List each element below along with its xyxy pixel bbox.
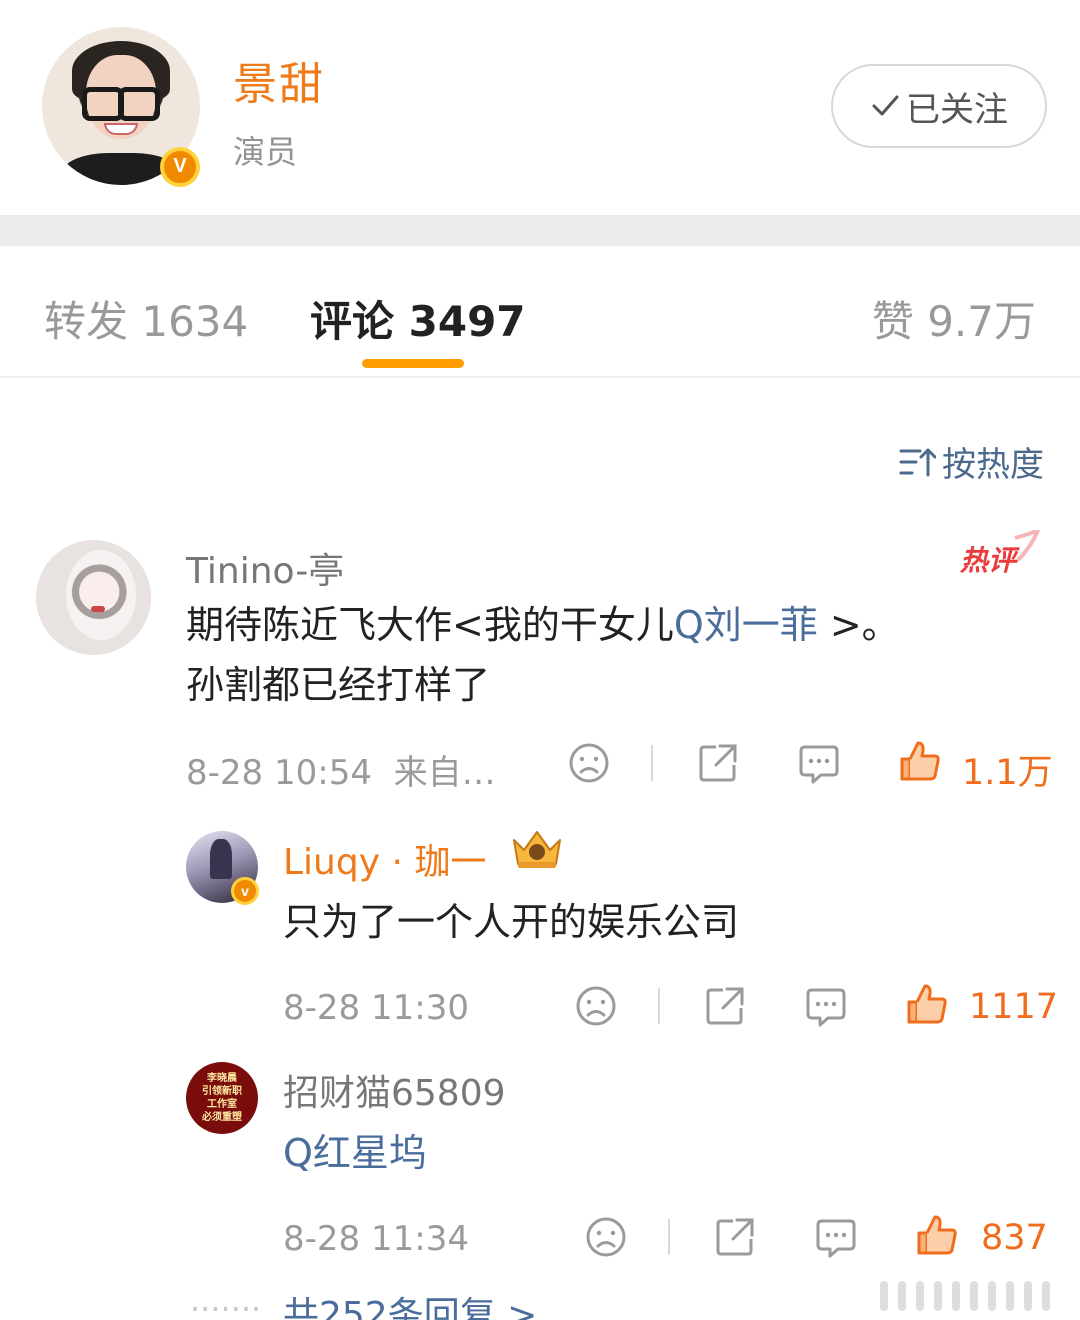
- share-icon[interactable]: [713, 1215, 757, 1259]
- reply-username[interactable]: Liuqy · 珈一: [283, 833, 486, 885]
- reply-icon[interactable]: [804, 984, 848, 1028]
- like-icon[interactable]: [905, 982, 949, 1026]
- scroll-handle: [880, 1281, 1060, 1311]
- sort-icon: [899, 448, 936, 476]
- topic-link[interactable]: Q红星坞: [283, 1123, 427, 1183]
- comment-time: 8-28 10:54 来自…: [186, 753, 496, 793]
- reply-text: 只为了一个人开的娱乐公司: [283, 900, 740, 944]
- comment-text-line: 期待陈近飞大作<我的干女儿Q刘一菲 >。: [186, 603, 900, 647]
- check-icon: [872, 95, 899, 116]
- verified-badge-icon: V: [160, 147, 200, 187]
- share-icon[interactable]: [703, 984, 747, 1028]
- profile-role: 演员: [233, 133, 298, 171]
- section-divider: [0, 215, 1080, 246]
- tab-likes[interactable]: 赞 9.7万: [872, 288, 1036, 349]
- dislike-face-icon[interactable]: [584, 1215, 628, 1259]
- comment-avatar[interactable]: [36, 540, 151, 655]
- action-divider: [658, 988, 660, 1024]
- reply-time: 8-28 11:34: [283, 1219, 469, 1259]
- reply-time: 8-28 11:30: [283, 988, 469, 1028]
- more-dots: ·······: [190, 1290, 262, 1320]
- profile-header: V 景甜 演员 已关注: [0, 0, 1080, 215]
- active-tab-indicator: [362, 359, 464, 368]
- hot-comment-badge: 热评: [960, 530, 1040, 577]
- like-count: 837: [981, 1218, 1048, 1258]
- tab-comments[interactable]: 评论 3497: [310, 288, 526, 349]
- like-count: 1.1万: [962, 753, 1053, 793]
- crown-icon: [513, 831, 561, 868]
- dislike-face-icon[interactable]: [567, 741, 611, 785]
- sort-button[interactable]: 按热度: [898, 437, 1044, 486]
- action-divider: [651, 745, 653, 781]
- reply-icon[interactable]: [814, 1215, 858, 1259]
- profile-name[interactable]: 景甜: [233, 48, 325, 112]
- dislike-face-icon[interactable]: [574, 984, 618, 1028]
- like-icon[interactable]: [898, 739, 942, 783]
- verified-badge-icon: v: [231, 877, 259, 905]
- comment-username[interactable]: Tinino-亭: [186, 542, 344, 594]
- share-icon[interactable]: [696, 741, 740, 785]
- reply-username[interactable]: 招财猫65809: [283, 1064, 506, 1116]
- hot-comment-label: 热评: [960, 544, 1020, 577]
- comment-text-line: 孙割都已经打样了: [186, 663, 491, 707]
- reply-icon[interactable]: [797, 741, 841, 785]
- tab-repost[interactable]: 转发 1634: [44, 288, 248, 349]
- action-divider: [668, 1219, 670, 1255]
- more-replies-link[interactable]: 共252条回复 >: [283, 1286, 537, 1320]
- follow-button[interactable]: 已关注: [831, 64, 1047, 148]
- follow-label: 已关注: [906, 89, 1008, 130]
- like-icon[interactable]: [915, 1213, 959, 1257]
- reply-avatar[interactable]: 李晓晨 引领新职 工作室 必须重塑: [186, 1062, 258, 1134]
- sort-label: 按热度: [942, 445, 1044, 485]
- tab-bar: 转发 1634 评论 3497 赞 9.7万: [0, 246, 1080, 378]
- topic-link[interactable]: Q刘一菲: [674, 603, 818, 647]
- like-count: 1117: [969, 987, 1059, 1027]
